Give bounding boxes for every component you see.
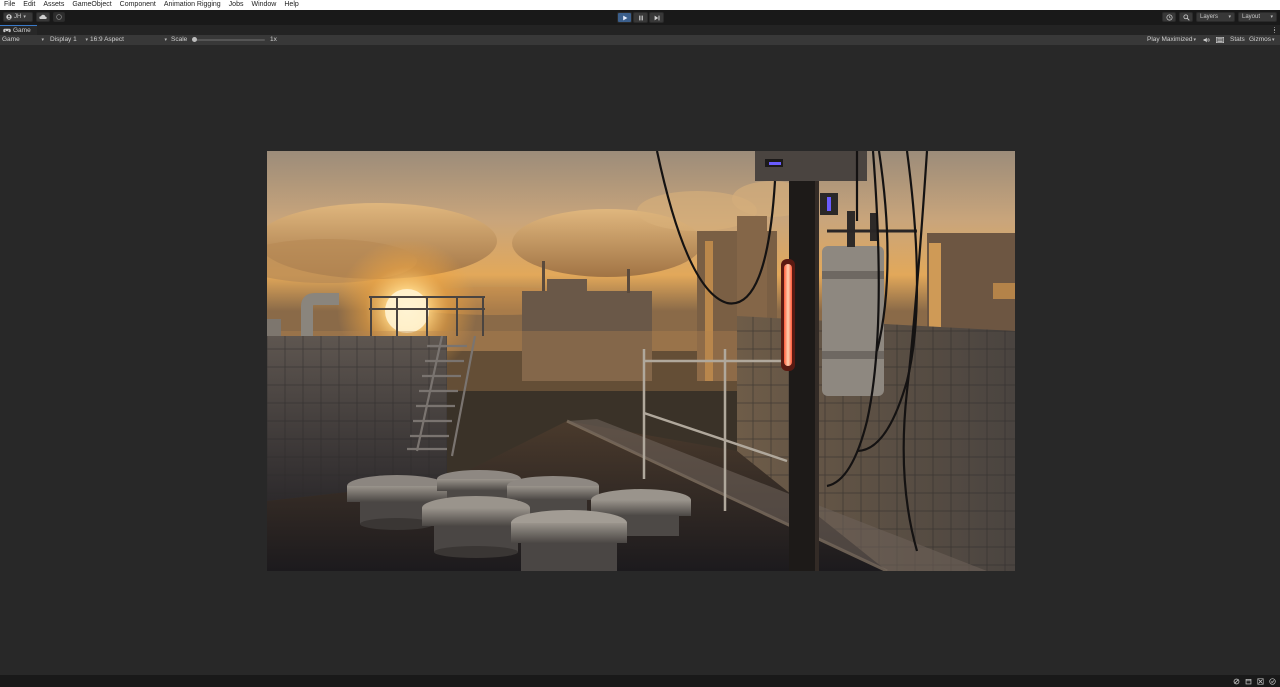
menu-help[interactable]: Help [280, 0, 302, 10]
display-label: Display 1 [50, 36, 77, 43]
menu-edit[interactable]: Edit [19, 0, 39, 10]
account-label: JH [14, 14, 22, 20]
account-button[interactable]: JH ▾ [3, 12, 33, 22]
toolbar-right: Layers ▾ Layout ▾ [1162, 12, 1277, 22]
cloud-button[interactable] [36, 12, 50, 22]
scale-label: Scale [171, 36, 188, 43]
gamepad-icon [3, 28, 11, 33]
menu-window[interactable]: Window [247, 0, 280, 10]
menu-animation-rigging[interactable]: Animation Rigging [160, 0, 225, 10]
chevron-down-icon: ▾ [41, 37, 44, 43]
menu-assets[interactable]: Assets [39, 0, 68, 10]
play-button[interactable] [617, 12, 632, 23]
scale-slider-track[interactable] [193, 39, 265, 41]
chevron-down-icon: ▾ [23, 14, 26, 20]
history-button[interactable] [1162, 12, 1176, 22]
account-icon [6, 14, 12, 20]
tab-game-label: Game [13, 27, 31, 34]
chevron-down-icon: ▾ [1272, 37, 1275, 43]
gallery-icon [1216, 37, 1224, 43]
search-icon [1182, 13, 1190, 21]
layout-label: Layout [1242, 14, 1261, 20]
step-icon [654, 15, 659, 20]
chevron-down-icon: ▾ [164, 37, 167, 43]
history-icon [1165, 13, 1173, 21]
scale-value: 1x [270, 36, 277, 43]
collab-button[interactable] [53, 12, 65, 22]
pause-button[interactable] [633, 12, 648, 23]
gizmos-label: Gizmos [1249, 36, 1272, 43]
mute-audio-toggle[interactable] [1203, 37, 1210, 43]
game-render-image [267, 151, 1015, 571]
chevron-down-icon: ▾ [1228, 14, 1231, 20]
game-mode-label: Game [2, 36, 20, 43]
game-mode-dropdown[interactable]: Game ▾ [2, 35, 44, 45]
chevron-down-icon: ▾ [1270, 14, 1273, 20]
menu-jobs[interactable]: Jobs [225, 0, 248, 10]
check-icon[interactable] [1269, 677, 1276, 685]
speaker-icon [1203, 37, 1210, 43]
chevron-down-icon: ▾ [85, 37, 88, 43]
window-tab-bar: Game [0, 25, 1280, 35]
menu-gameobject[interactable]: GameObject [68, 0, 115, 10]
play-controls [617, 12, 664, 23]
gallery-toggle[interactable] [1216, 37, 1224, 43]
chevron-down-icon: ▾ [1193, 37, 1197, 43]
debug-icon[interactable] [1233, 678, 1240, 685]
menu-component[interactable]: Component [116, 0, 160, 10]
search-button[interactable] [1179, 12, 1193, 22]
layers-dropdown[interactable]: Layers ▾ [1196, 12, 1235, 22]
tab-game[interactable]: Game [0, 25, 37, 35]
network-icon[interactable] [1257, 677, 1264, 685]
tab-options-icon[interactable] [1273, 26, 1276, 34]
pause-icon [638, 15, 643, 20]
gizmos-dropdown[interactable]: Gizmos ▾ [1249, 35, 1275, 45]
layout-dropdown[interactable]: Layout ▾ [1238, 12, 1277, 22]
status-bar [0, 675, 1280, 687]
aspect-label: 16:9 Aspect [90, 36, 124, 43]
cloud-icon [39, 14, 47, 19]
display-dropdown[interactable]: Display 1 ▾ [50, 35, 88, 45]
menu-file[interactable]: File [0, 0, 19, 10]
aspect-dropdown[interactable]: 16:9 Aspect ▾ [90, 35, 167, 45]
stats-button[interactable]: Stats [1230, 35, 1245, 45]
game-viewport[interactable] [267, 151, 1015, 571]
play-maximized-dropdown[interactable]: Play Maximized ▾ [1147, 35, 1196, 45]
package-icon[interactable] [1245, 678, 1252, 685]
layers-label: Layers [1200, 14, 1219, 20]
collab-icon [56, 14, 62, 20]
play-maximized-label: Play Maximized [1147, 36, 1193, 43]
step-button[interactable] [649, 12, 664, 23]
menu-bar: File Edit Assets GameObject Component An… [0, 0, 1280, 10]
play-icon [622, 15, 627, 20]
